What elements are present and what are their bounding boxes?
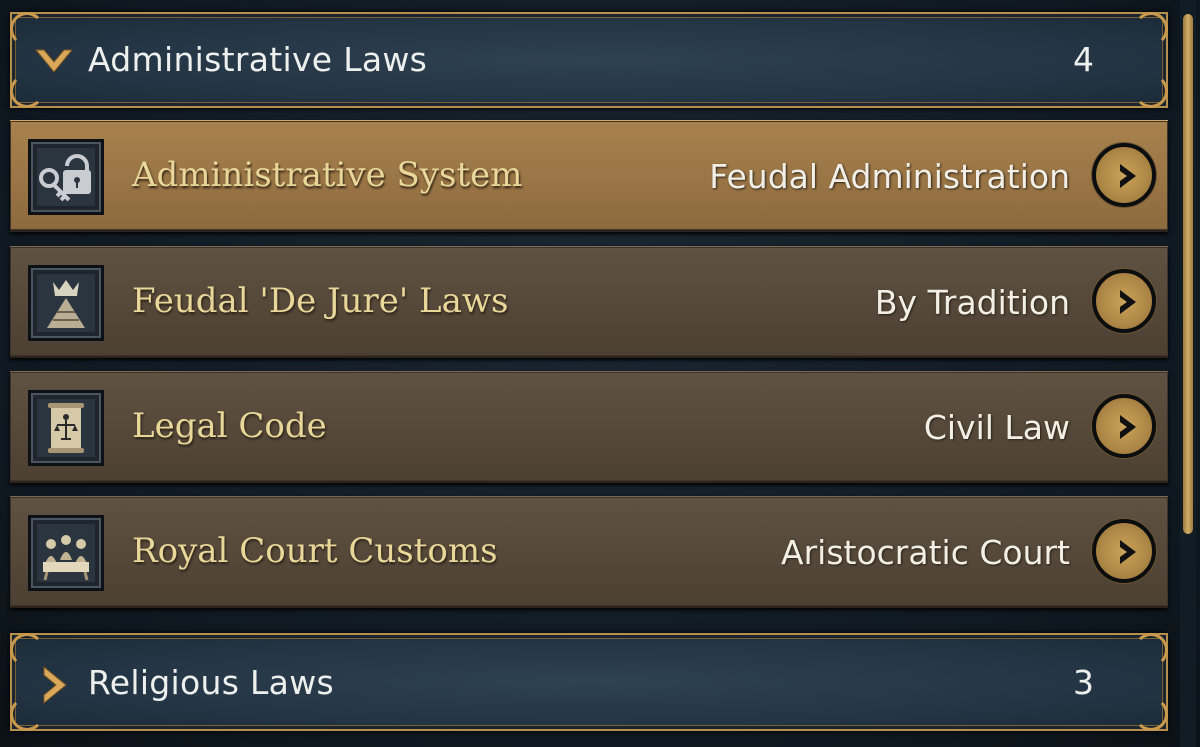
category-title: Administrative Laws bbox=[88, 40, 428, 79]
ornament-corner bbox=[1134, 633, 1168, 667]
law-value: Aristocratic Court bbox=[781, 533, 1070, 572]
chevron-right-icon bbox=[1120, 415, 1136, 439]
change-law-button[interactable] bbox=[1092, 143, 1156, 207]
chevron-down-icon[interactable] bbox=[34, 42, 74, 82]
category-count: 4 bbox=[1073, 40, 1094, 79]
law-value: Feudal Administration bbox=[709, 157, 1070, 196]
chevron-right-icon bbox=[1120, 540, 1136, 564]
category-header-religious-laws[interactable]: Religious Laws 3 bbox=[10, 633, 1168, 731]
justice-scroll-icon bbox=[28, 390, 104, 466]
scrollbar-thumb[interactable] bbox=[1183, 14, 1193, 534]
category-header-administrative-laws[interactable]: Administrative Laws 4 bbox=[10, 12, 1168, 108]
change-law-button[interactable] bbox=[1092, 269, 1156, 333]
category-count: 3 bbox=[1073, 663, 1094, 702]
chevron-right-icon[interactable] bbox=[34, 665, 74, 705]
law-name: Legal Code bbox=[132, 406, 327, 446]
chevron-right-icon bbox=[1120, 164, 1136, 188]
category-title: Religious Laws bbox=[88, 663, 334, 702]
crown-pyramid-icon bbox=[28, 265, 104, 341]
ornament-corner bbox=[1134, 12, 1168, 46]
law-row-royal-court-customs[interactable]: Royal Court Customs Aristocratic Court bbox=[10, 496, 1168, 608]
laws-panel: Administrative Laws 4 Administrative Sys… bbox=[0, 0, 1200, 747]
lock-key-icon bbox=[28, 139, 104, 215]
law-row-legal-code[interactable]: Legal Code Civil Law bbox=[10, 371, 1168, 483]
ornament-corner bbox=[1134, 74, 1168, 108]
law-row-feudal-de-jure-laws[interactable]: Feudal 'De Jure' Laws By Tradition bbox=[10, 246, 1168, 358]
ornament-corner bbox=[10, 633, 44, 667]
law-value: Civil Law bbox=[923, 408, 1070, 447]
ornament-corner bbox=[1134, 697, 1168, 731]
change-law-button[interactable] bbox=[1092, 394, 1156, 458]
law-name: Feudal 'De Jure' Laws bbox=[132, 281, 509, 321]
law-name: Administrative System bbox=[132, 155, 523, 195]
change-law-button[interactable] bbox=[1092, 519, 1156, 583]
chevron-right-icon bbox=[1120, 290, 1136, 314]
law-value: By Tradition bbox=[874, 283, 1070, 322]
law-name: Royal Court Customs bbox=[132, 531, 498, 571]
court-gathering-icon bbox=[28, 515, 104, 591]
law-row-administrative-system[interactable]: Administrative System Feudal Administrat… bbox=[10, 120, 1168, 232]
ornament-corner bbox=[10, 12, 44, 46]
